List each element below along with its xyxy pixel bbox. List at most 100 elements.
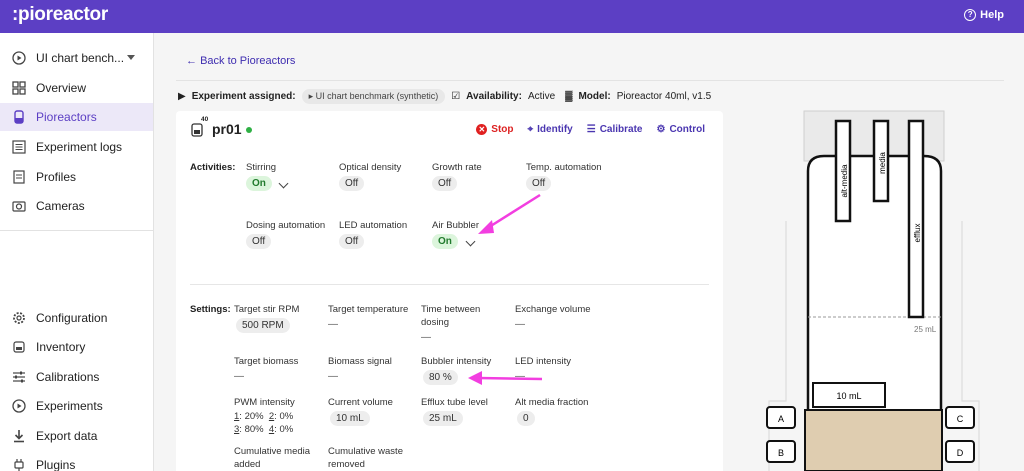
target-stir-rpm-label: Target stir RPM xyxy=(234,304,300,315)
alt-media-tube-label: alt-media xyxy=(840,164,849,197)
current-volume-box-label: 10 mL xyxy=(836,391,861,401)
bubbler-intensity-label: Bubbler intensity xyxy=(421,356,492,367)
media-tube-label: media xyxy=(878,152,887,174)
top-bar: :pioreactor ? Help xyxy=(0,0,1024,33)
gear-icon: ⚙ xyxy=(656,124,666,135)
sidebar-item-label: Experiments xyxy=(36,399,103,413)
help-button[interactable]: ? Help xyxy=(964,9,1004,21)
stirring-dropdown-chevron-icon[interactable] xyxy=(278,178,289,189)
pwm-channel-3-value: : 80% xyxy=(239,424,264,435)
card-actions: ✕ Stop ⌖ Identify ☰ Calibrate ⚙ Control xyxy=(476,124,705,135)
sidebar-experiment-label: UI chart bench... xyxy=(36,51,125,65)
sliders-icon: ☰ xyxy=(586,124,596,135)
play-circle-icon xyxy=(12,51,26,65)
sidebar-item-profiles[interactable]: Profiles xyxy=(0,163,153,191)
back-link[interactable]: ← Back to Pioreactors xyxy=(186,55,295,67)
camera-icon xyxy=(12,201,26,212)
stop-icon: ✕ xyxy=(476,124,488,135)
pwm-channel-1-value: : 20% xyxy=(239,411,264,422)
chevron-down-icon xyxy=(127,55,135,60)
growth-rate-status: Off xyxy=(432,176,458,191)
time-between-dosing-value: — xyxy=(421,332,431,343)
back-label: Back to Pioreactors xyxy=(200,55,296,67)
efflux-tube-label: efflux xyxy=(913,224,922,243)
exchange-volume-label: Exchange volume xyxy=(515,304,591,315)
main-content: ← Back to Pioreactors ▶ Experiment assig… xyxy=(154,33,1024,471)
pioreactor-icon xyxy=(14,110,24,124)
port-a-label: A xyxy=(778,414,784,424)
time-between-dosing-label-2: dosing xyxy=(421,317,449,328)
sidebar-item-calibrations[interactable]: Calibrations xyxy=(0,363,153,391)
activities-heading: Activities: xyxy=(190,162,236,173)
sidebar: UI chart bench... Overview Pioreactors E… xyxy=(0,33,154,471)
sidebar-experiment-selector[interactable]: UI chart bench... xyxy=(0,44,153,72)
online-status-dot xyxy=(246,127,252,133)
sidebar-item-configuration[interactable]: Configuration xyxy=(0,304,153,332)
exchange-volume-value: — xyxy=(515,319,525,330)
pioreactor-card: 40 pr01 ✕ Stop ⌖ Identify ☰ Calibrate ⚙ … xyxy=(176,111,723,471)
efflux-tube-level-label: Efflux tube level xyxy=(421,397,488,408)
crosshair-icon: ⌖ xyxy=(527,124,534,135)
dosing-automation-status: Off xyxy=(246,234,272,249)
target-stir-rpm-value[interactable]: 500 RPM xyxy=(236,318,290,333)
cumulative-waste-label-2: removed xyxy=(328,459,365,470)
bubbler-intensity-value[interactable]: 80 % xyxy=(423,370,458,385)
control-button[interactable]: ⚙ Control xyxy=(656,124,705,135)
pwm-intensity-label: PWM intensity xyxy=(234,397,295,408)
reactor-diagram: alt-media media efflux 25 mL 10 mL A B C… xyxy=(766,110,980,471)
lock-icon: ▓ xyxy=(565,91,573,102)
stop-button[interactable]: ✕ Stop xyxy=(476,124,514,135)
biomass-signal-value: — xyxy=(328,371,338,382)
model-label: Model: xyxy=(578,91,611,102)
current-volume-label: Current volume xyxy=(328,397,393,408)
sidebar-item-label: Calibrations xyxy=(36,370,100,384)
sidebar-item-label: Inventory xyxy=(36,340,86,354)
sidebar-item-inventory[interactable]: Inventory xyxy=(0,333,153,361)
led-automation-label: LED automation xyxy=(339,220,408,231)
time-between-dosing-label: Time between xyxy=(421,304,481,315)
temp-automation-status: Off xyxy=(526,176,552,191)
pwm-channel-4-value: : 0% xyxy=(274,424,294,435)
sidebar-item-experiments[interactable]: Experiments xyxy=(0,392,153,420)
target-temperature-value: — xyxy=(328,319,338,330)
sidebar-divider xyxy=(0,230,153,231)
od-label: Optical density xyxy=(339,162,402,173)
current-volume-value[interactable]: 10 mL xyxy=(330,411,370,426)
sidebar-item-pioreactors[interactable]: Pioreactors xyxy=(0,103,153,131)
sidebar-item-overview[interactable]: Overview xyxy=(0,74,153,102)
sliders-icon xyxy=(13,371,25,383)
pioreactor-logo[interactable]: :pioreactor xyxy=(12,4,108,26)
sidebar-item-label: Overview xyxy=(36,81,87,95)
cumulative-media-label: Cumulative media xyxy=(234,446,311,457)
od-status: Off xyxy=(339,176,365,191)
experiment-chip[interactable]: ▸ UI chart benchmark (synthetic) xyxy=(301,89,446,104)
header-divider xyxy=(176,80,1004,81)
identify-button[interactable]: ⌖ Identify xyxy=(528,124,573,135)
pwm-channel-2-value: : 0% xyxy=(274,411,294,422)
profile-icon xyxy=(13,170,25,184)
inventory-icon xyxy=(13,341,25,353)
sidebar-item-label: Export data xyxy=(36,429,98,443)
sidebar-item-label: Configuration xyxy=(36,311,108,325)
help-icon: ? xyxy=(964,9,977,21)
sidebar-item-plugins[interactable]: Plugins xyxy=(0,451,153,471)
plug-icon xyxy=(14,459,24,471)
alt-media-fraction-label: Alt media fraction xyxy=(515,397,589,408)
play-circle-icon: ▶ xyxy=(178,91,186,102)
calibrate-button[interactable]: ☰ Calibrate xyxy=(587,124,643,135)
sidebar-item-export-data[interactable]: Export data xyxy=(0,422,153,450)
target-biomass-label: Target biomass xyxy=(234,356,299,367)
experiment-meta: ▶ Experiment assigned: ▸ UI chart benchm… xyxy=(178,89,711,104)
sidebar-item-label: Plugins xyxy=(36,458,76,471)
sidebar-item-experiment-logs[interactable]: Experiment logs xyxy=(0,133,153,161)
availability-value: Active xyxy=(527,91,556,102)
calibrate-label: Calibrate xyxy=(599,124,643,135)
target-biomass-value: — xyxy=(234,371,244,382)
efflux-tube-level-value[interactable]: 25 mL xyxy=(423,411,463,426)
biomass-signal-label: Biomass signal xyxy=(328,356,392,367)
sidebar-item-label: Profiles xyxy=(36,170,77,184)
dosing-automation-label: Dosing automation xyxy=(246,220,326,231)
sidebar-item-cameras[interactable]: Cameras xyxy=(0,192,153,220)
annotation-arrow-icon xyxy=(468,371,543,385)
sidebar-item-label: Experiment logs xyxy=(36,140,123,154)
